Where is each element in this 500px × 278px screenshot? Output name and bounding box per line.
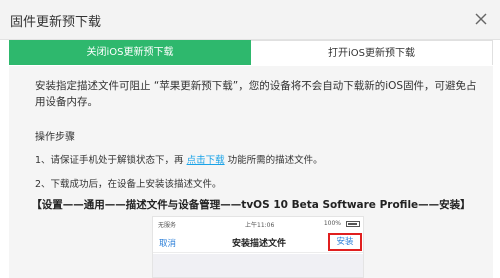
install-button[interactable]: 安装 [328, 233, 362, 251]
tab-enable-preload[interactable]: 打开iOS更新预下载 [251, 40, 493, 65]
battery-icon [346, 221, 360, 227]
intro-text: 安装指定描述文件可阻止 “苹果更新预下载”，您的设备将不会自动下载新的iOS固件… [35, 80, 477, 108]
steps-heading: 操作步骤 [35, 132, 75, 143]
phone-nav-bar: 取消 安装描述文件 安装 [153, 231, 363, 253]
step-1-suffix: 功能所需的描述文件。 [224, 155, 323, 166]
step-1: 1、请保证手机处于解锁状态下，再 点击下载 功能所需的描述文件。 [35, 152, 323, 166]
tab-bar: 关闭iOS更新预下载 打开iOS更新预下载 [9, 40, 493, 65]
dialog-title: 固件更新预下载 [10, 15, 102, 30]
download-profile-link[interactable]: 点击下载 [187, 155, 225, 166]
status-time: 上午11:06 [245, 222, 275, 229]
tab-content: 安装指定描述文件可阻止 “苹果更新预下载”，您的设备将不会自动下载新的iOS固件… [9, 66, 493, 278]
tab-disable-preload[interactable]: 关闭iOS更新预下载 [9, 40, 251, 65]
battery-percent: 100% [323, 220, 341, 227]
title-bar: 固件更新预下载 [0, 0, 500, 40]
step-1-prefix: 1、请保证手机处于解锁状态下，再 [35, 155, 187, 166]
phone-body [153, 254, 363, 277]
close-icon[interactable] [474, 12, 488, 26]
dialog-window: 固件更新预下载 关闭iOS更新预下载 打开iOS更新预下载 安装指定描述文件可阻… [0, 0, 500, 278]
phone-screenshot: 无服务 上午11:06 100% 取消 安装描述文件 安装 [152, 216, 364, 278]
status-bar: 无服务 上午11:06 100% [153, 217, 363, 231]
step-2: 2、下载成功后，在设备上安装该描述文件。 [35, 179, 222, 190]
settings-path: 【设置——通用——描述文件与设备管理——tvOS 10 Beta Softwar… [31, 199, 471, 211]
carrier-label: 无服务 [158, 222, 177, 229]
